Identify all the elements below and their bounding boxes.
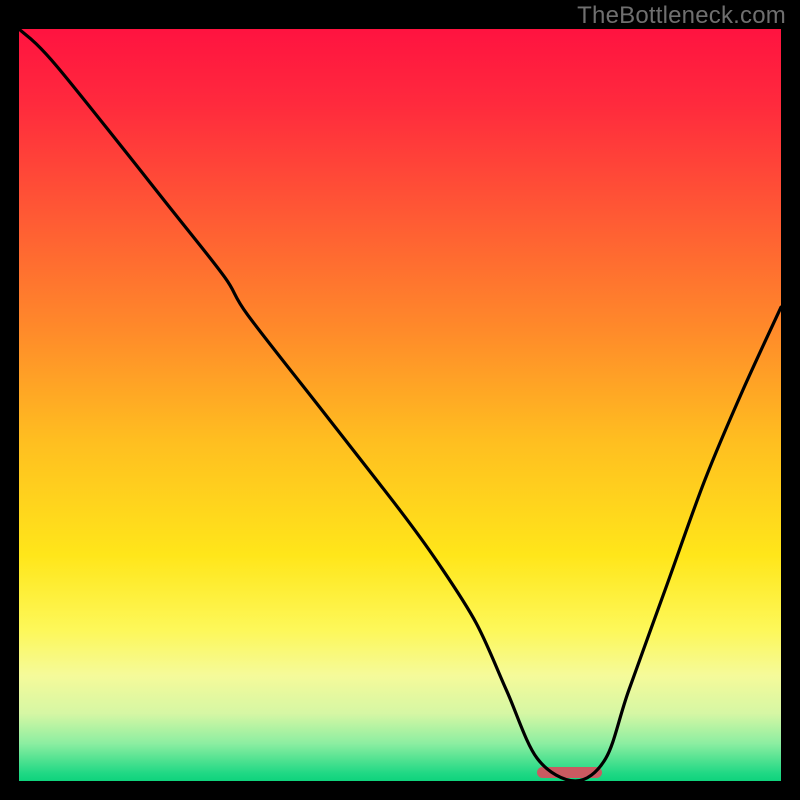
chart-plot-area	[19, 29, 781, 781]
bottleneck-curve	[19, 29, 781, 781]
chart-frame	[15, 25, 785, 785]
